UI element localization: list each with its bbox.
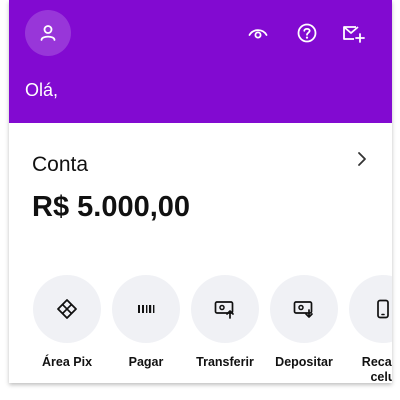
action-pay[interactable]: Pagar — [111, 275, 181, 370]
action-phone-topup-label-line2: celu — [370, 370, 392, 383]
action-transfer[interactable]: Transferir — [190, 275, 260, 370]
action-deposit-circle[interactable] — [270, 275, 338, 343]
transfer-icon — [214, 301, 234, 319]
action-transfer-circle[interactable] — [191, 275, 259, 343]
action-transfer-label: Transferir — [196, 355, 254, 369]
action-pix-label: Área Pix — [41, 355, 93, 369]
deposit-icon — [293, 301, 313, 318]
account-label: Conta — [32, 153, 89, 176]
action-phone-topup-label: Recarg celu — [348, 355, 392, 383]
account-card[interactable]: Conta R$ 5.000,00 — [9, 123, 392, 263]
action-deposit-label: Depositar — [275, 355, 333, 369]
person-icon — [40, 25, 56, 41]
action-pix-circle[interactable] — [33, 275, 101, 343]
messages-button[interactable] — [340, 20, 366, 46]
help-button[interactable] — [294, 20, 320, 46]
app-screen: Olá, Conta R$ 5.000,00 Área Pix Pagar Tr… — [9, 0, 392, 383]
barcode-icon — [138, 305, 155, 313]
help-icon — [297, 23, 317, 43]
action-phone-topup-circle[interactable] — [349, 275, 392, 343]
account-balance: R$ 5.000,00 — [32, 191, 191, 223]
action-deposit[interactable]: Depositar — [269, 275, 339, 370]
phone-icon — [377, 299, 389, 319]
action-phone-topup-label-line1: Recarg — [361, 355, 392, 369]
action-pix[interactable]: Área Pix — [32, 275, 102, 370]
greeting-text: Olá, — [25, 80, 59, 100]
action-pay-label: Pagar — [128, 355, 164, 369]
eye-button[interactable] — [245, 20, 271, 46]
action-pay-circle[interactable] — [112, 275, 180, 343]
eye-icon — [248, 29, 268, 39]
action-phone-topup[interactable]: Recarg celu — [348, 275, 392, 383]
profile-button[interactable] — [25, 10, 71, 56]
pix-icon — [57, 299, 77, 319]
header: Olá, — [9, 0, 392, 123]
quick-actions: Área Pix Pagar Transferir Depositar Reca… — [9, 275, 392, 383]
chevron-right-icon[interactable] — [354, 151, 370, 167]
mail-plus-icon — [343, 26, 365, 43]
